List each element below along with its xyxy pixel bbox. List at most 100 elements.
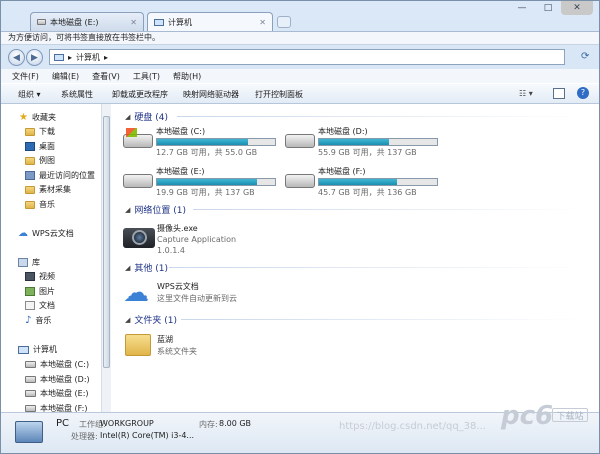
group-header-folders[interactable]: ◢ 文件夹 (1) <box>125 313 587 326</box>
map-network-drive-button[interactable]: 映射网络驱动器 <box>183 89 239 100</box>
sidebar-item-recent[interactable]: 最近访问的位置 <box>25 170 95 181</box>
star-icon: ★ <box>19 112 28 123</box>
site-logo: pc6 <box>501 401 554 431</box>
item-name[interactable]: WPS云文档 <box>157 281 199 292</box>
minimize-button[interactable]: — <box>509 1 535 15</box>
sidebar-item-documents[interactable]: 文档 <box>25 300 55 311</box>
sidebar-favorites[interactable]: ★ 收藏夹 <box>19 112 56 123</box>
menu-edit[interactable]: 编辑(E) <box>52 71 79 82</box>
watermark-text: https://blog.csdn.net/qq_38... <box>339 421 486 432</box>
sidebar-item-desktop[interactable]: 桌面 <box>25 141 55 152</box>
preview-pane-icon[interactable] <box>553 88 565 99</box>
cloud-icon: ☁ <box>18 228 28 239</box>
computer-name: PC <box>56 418 70 429</box>
collapse-icon: ◢ <box>125 263 131 272</box>
group-header-hdd[interactable]: ◢ 硬盘 (4) <box>125 110 587 123</box>
divider <box>193 209 587 210</box>
organize-button[interactable]: 组织 ▾ <box>18 89 41 100</box>
view-options-icon[interactable]: ☷ ▾ <box>519 89 533 98</box>
item-name[interactable]: 摄像头.exe <box>157 223 198 234</box>
library-icon <box>18 258 28 267</box>
path-separator[interactable]: ▸ <box>104 53 108 62</box>
sidebar-label: 例图 <box>39 156 55 165</box>
computer-icon <box>15 421 43 443</box>
divider <box>181 319 587 320</box>
drive-tile-d[interactable]: 本地磁盘 (D:) 55.9 GB 可用，共 137 GB <box>285 126 445 162</box>
sidebar-scrollbar[interactable] <box>101 104 111 412</box>
system-properties-button[interactable]: 系统属性 <box>61 89 93 100</box>
sidebar-item-library-music[interactable]: ♪ 音乐 <box>25 315 51 326</box>
folder-icon[interactable] <box>125 334 151 356</box>
item-name[interactable]: 蓝湖 <box>157 334 173 345</box>
scrollbar-thumb[interactable] <box>103 116 110 368</box>
sidebar-item-drive-f[interactable]: 本地磁盘 (F:) <box>25 403 87 412</box>
drive-icon <box>25 390 36 397</box>
drive-usage-fill <box>319 139 389 145</box>
close-icon[interactable]: ✕ <box>130 18 137 27</box>
menu-file[interactable]: 文件(F) <box>12 71 39 82</box>
camera-icon[interactable] <box>123 224 155 250</box>
drive-tile-f[interactable]: 本地磁盘 (F:) 45.7 GB 可用，共 136 GB <box>285 166 445 202</box>
help-icon[interactable]: ? <box>577 87 589 99</box>
sidebar-item-music[interactable]: 音乐 <box>25 199 55 210</box>
path-segment-computer[interactable]: 计算机 <box>76 52 100 63</box>
collapse-icon: ◢ <box>125 112 131 121</box>
drive-usage-fill <box>157 179 258 185</box>
drive-icon <box>285 134 315 148</box>
item-description: 这里文件自动更新到云 <box>157 294 237 303</box>
menu-view[interactable]: 查看(V) <box>92 71 120 82</box>
collapse-icon: ◢ <box>125 315 131 324</box>
drive-usage-bar <box>318 178 438 186</box>
group-header-other[interactable]: ◢ 其他 (1) <box>125 261 587 274</box>
sidebar-item-materials[interactable]: 素材采集 <box>25 184 71 195</box>
cloud-icon[interactable]: ☁ <box>123 280 155 306</box>
menu-tools[interactable]: 工具(T) <box>133 71 160 82</box>
item-description: Capture Application <box>157 235 237 244</box>
sidebar-item-drive-e[interactable]: 本地磁盘 (E:) <box>25 388 89 399</box>
group-header-network[interactable]: ◢ 网络位置 (1) <box>125 203 587 216</box>
close-window-button[interactable]: ✕ <box>561 1 593 15</box>
drive-usage-bar <box>318 138 438 146</box>
sidebar-label: 本地磁盘 (C:) <box>40 360 90 369</box>
drive-icon <box>285 174 315 188</box>
sidebar-wps-cloud[interactable]: ☁ WPS云文档 <box>18 228 74 239</box>
sidebar-label: 视频 <box>39 272 55 281</box>
sidebar-label: 本地磁盘 (E:) <box>40 389 89 398</box>
menu-help[interactable]: 帮助(H) <box>173 71 201 82</box>
sidebar-computer[interactable]: 计算机 <box>18 344 57 355</box>
desktop-icon <box>25 142 35 151</box>
uninstall-program-button[interactable]: 卸载或更改程序 <box>112 89 168 100</box>
open-control-panel-button[interactable]: 打开控制面板 <box>255 89 303 100</box>
sidebar-item-examples[interactable]: 例图 <box>25 155 55 166</box>
sidebar-label: 库 <box>32 258 40 267</box>
folder-icon <box>25 200 35 209</box>
sidebar-label: 收藏夹 <box>31 113 56 122</box>
refresh-icon[interactable]: ⟳ <box>581 51 594 64</box>
sidebar-library[interactable]: 库 <box>18 257 40 268</box>
drive-name: 本地磁盘 (C:) <box>156 127 206 136</box>
sidebar-label: 音乐 <box>35 316 52 325</box>
drive-tile-e[interactable]: 本地磁盘 (E:) 19.9 GB 可用，共 137 GB <box>123 166 283 202</box>
explorer-window: 本地磁盘 (E:) ✕ 计算机 ✕ — □ ✕ 为方便访问，可将书签直接放在书签… <box>0 0 600 454</box>
forward-button[interactable]: ▶ <box>26 49 43 66</box>
tab-local-disk-e[interactable]: 本地磁盘 (E:) ✕ <box>30 12 144 31</box>
drive-tile-c[interactable]: 本地磁盘 (C:) 12.7 GB 可用，共 55.0 GB <box>123 126 283 162</box>
divider <box>169 267 587 268</box>
path-separator[interactable]: ▸ <box>68 53 72 62</box>
back-button[interactable]: ◀ <box>8 49 25 66</box>
sidebar-item-downloads[interactable]: 下载 <box>25 126 55 137</box>
sidebar-label: 素材采集 <box>39 185 71 194</box>
sidebar-item-videos[interactable]: 视频 <box>25 271 55 282</box>
tab-computer[interactable]: 计算机 ✕ <box>147 12 273 31</box>
drive-icon <box>25 405 36 412</box>
new-tab-button[interactable] <box>277 16 291 28</box>
drive-name: 本地磁盘 (F:) <box>318 167 366 176</box>
sidebar-item-drive-d[interactable]: 本地磁盘 (D:) <box>25 374 90 385</box>
address-bar[interactable]: ▸ 计算机 ▸ <box>49 49 565 65</box>
sidebar-label: WPS云文档 <box>32 229 74 238</box>
sidebar-item-pictures[interactable]: 图片 <box>25 286 55 297</box>
drive-free-space: 55.9 GB 可用，共 137 GB <box>318 148 417 157</box>
close-icon[interactable]: ✕ <box>259 18 266 27</box>
sidebar-item-drive-c[interactable]: 本地磁盘 (C:) <box>25 359 89 370</box>
maximize-button[interactable]: □ <box>535 1 561 15</box>
